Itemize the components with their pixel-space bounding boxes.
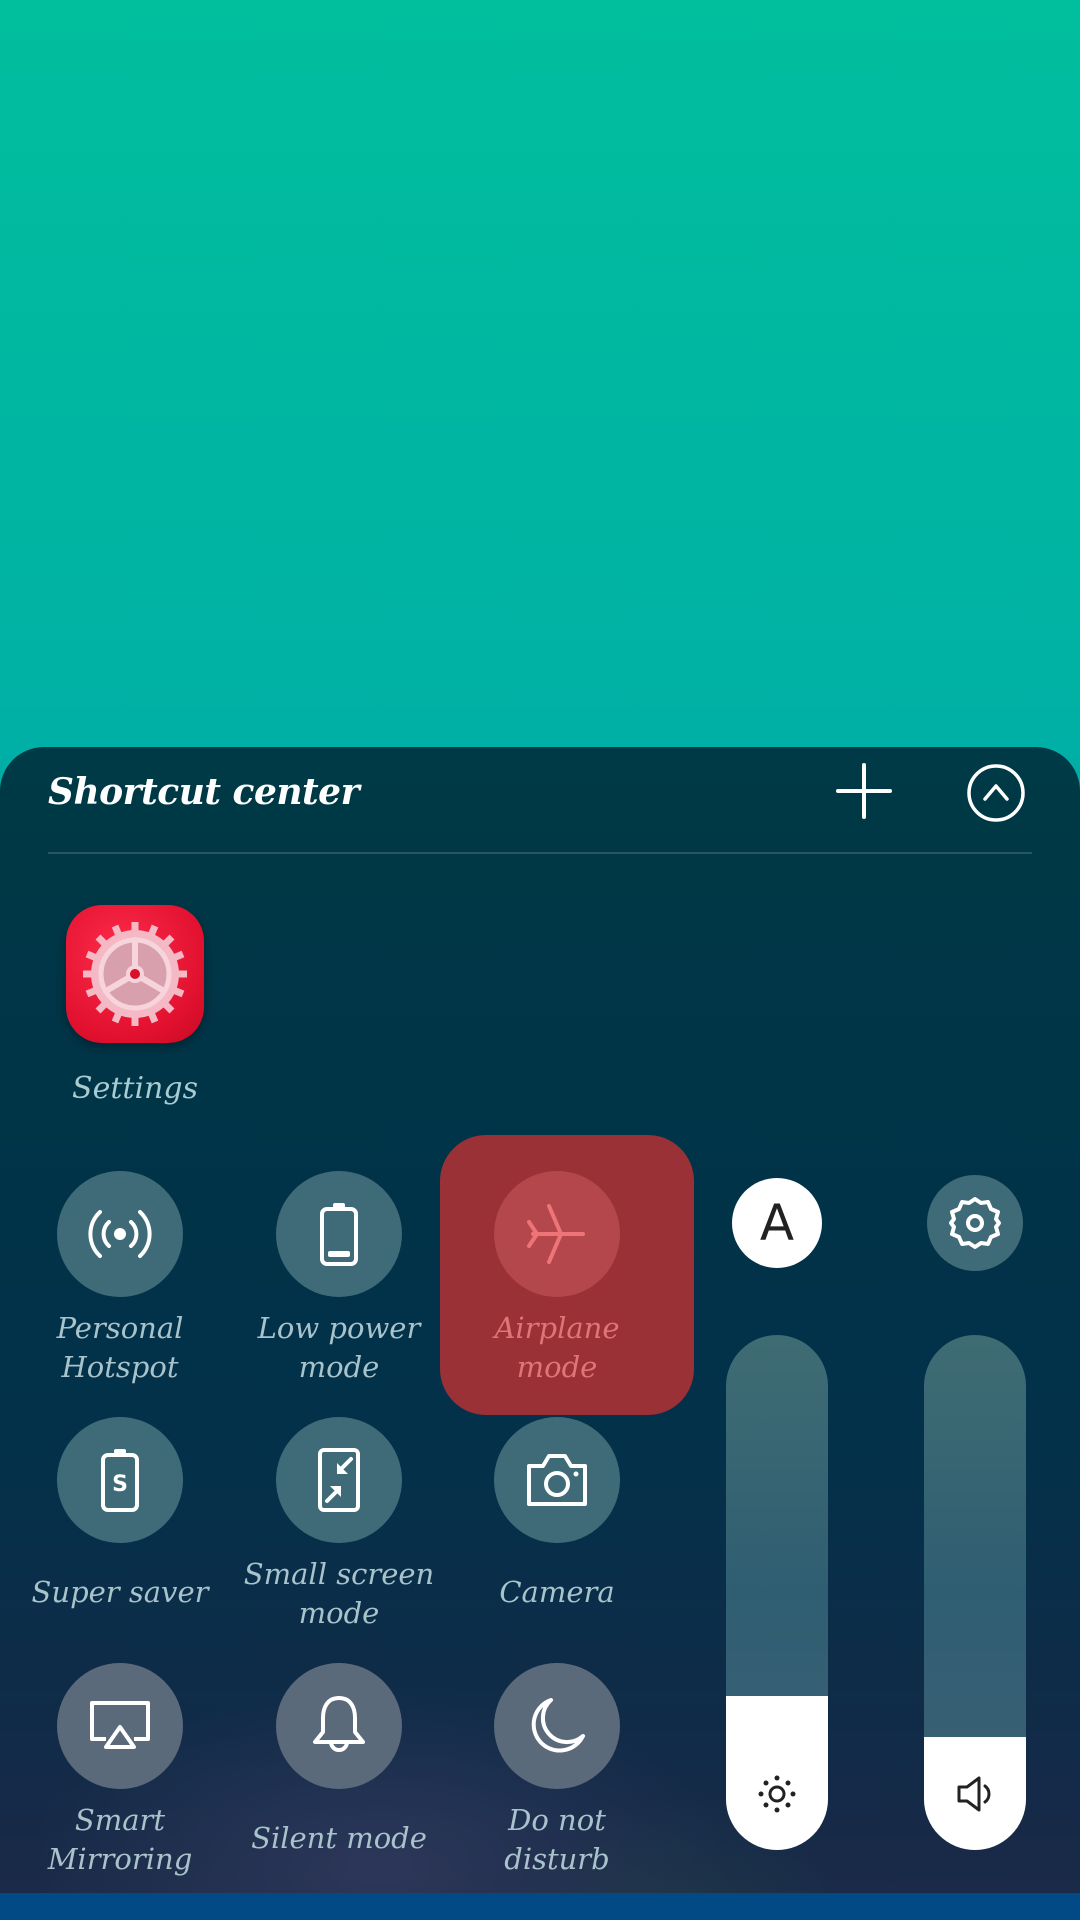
tile-super-saver[interactable]: S Super saver [20, 1417, 220, 1612]
tile-label: Do not disturb [504, 1803, 610, 1876]
tile-personal-hotspot[interactable]: Personal Hotspot [20, 1171, 220, 1387]
gear-icon [949, 1197, 1001, 1249]
tile-do-not-disturb[interactable]: Do not disturb [457, 1663, 657, 1879]
app-settings[interactable]: Settings [66, 905, 204, 1106]
tile-label: Smart Mirroring [47, 1803, 193, 1876]
tile-label: Airplane mode [494, 1311, 620, 1384]
tile-airplane-mode[interactable]: Airplane mode [457, 1171, 657, 1387]
bell-icon [313, 1696, 365, 1752]
tile-label: Camera [499, 1575, 615, 1609]
screen-mirroring-icon [90, 1701, 150, 1749]
tile-label: Silent mode [251, 1821, 427, 1855]
tile-label: Personal Hotspot [56, 1311, 184, 1384]
brightness-slider-fill [726, 1695, 828, 1850]
bottom-bar [0, 1893, 1080, 1920]
small-screen-icon [318, 1448, 360, 1512]
auto-brightness-toggle[interactable]: A [732, 1178, 822, 1268]
tile-label: Super saver [31, 1575, 209, 1609]
tile-circle [494, 1417, 620, 1543]
airplane-icon [527, 1204, 585, 1264]
header-divider [48, 852, 1032, 854]
tile-circle: S [57, 1417, 183, 1543]
tile-circle [276, 1663, 402, 1789]
super-saver-battery-icon: S [101, 1449, 139, 1512]
tile-circle [494, 1171, 620, 1297]
auto-brightness-label: A [759, 1194, 795, 1252]
slider-settings-button[interactable] [927, 1175, 1023, 1271]
camera-icon [527, 1454, 587, 1506]
tile-circle [494, 1663, 620, 1789]
battery-low-icon [320, 1203, 358, 1266]
svg-text:S: S [112, 1472, 128, 1497]
tile-label: Low power mode [257, 1311, 421, 1384]
tile-circle [57, 1171, 183, 1297]
add-shortcut-button[interactable] [834, 761, 894, 821]
tile-smart-mirroring[interactable]: Smart Mirroring [20, 1663, 220, 1879]
wallpaper [0, 0, 1080, 750]
tile-circle [276, 1171, 402, 1297]
volume-slider[interactable] [924, 1335, 1026, 1850]
collapse-button[interactable] [966, 763, 1026, 823]
settings-gear-icon [66, 905, 204, 1043]
app-label: Settings [72, 1071, 198, 1106]
panel-title: Shortcut center [48, 771, 360, 813]
brightness-slider[interactable] [726, 1335, 828, 1850]
tile-camera[interactable]: Camera [457, 1417, 657, 1612]
tile-circle [57, 1663, 183, 1789]
speaker-icon [957, 1776, 991, 1812]
tile-circle [276, 1417, 402, 1543]
chevron-up-circle-icon [967, 764, 1025, 822]
tile-low-power-mode[interactable]: Low power mode [239, 1171, 439, 1387]
tile-silent-mode[interactable]: Silent mode [239, 1663, 439, 1858]
moon-icon [531, 1698, 585, 1753]
shortcut-center-panel: Shortcut center Settings Personal Hotspo… [0, 747, 1080, 1893]
plus-icon [836, 763, 892, 819]
tile-label: Small screen mode [243, 1557, 435, 1630]
sun-icon [758, 1775, 796, 1813]
tile-small-screen-mode[interactable]: Small screen mode [239, 1417, 439, 1633]
hotspot-icon [88, 1210, 152, 1258]
